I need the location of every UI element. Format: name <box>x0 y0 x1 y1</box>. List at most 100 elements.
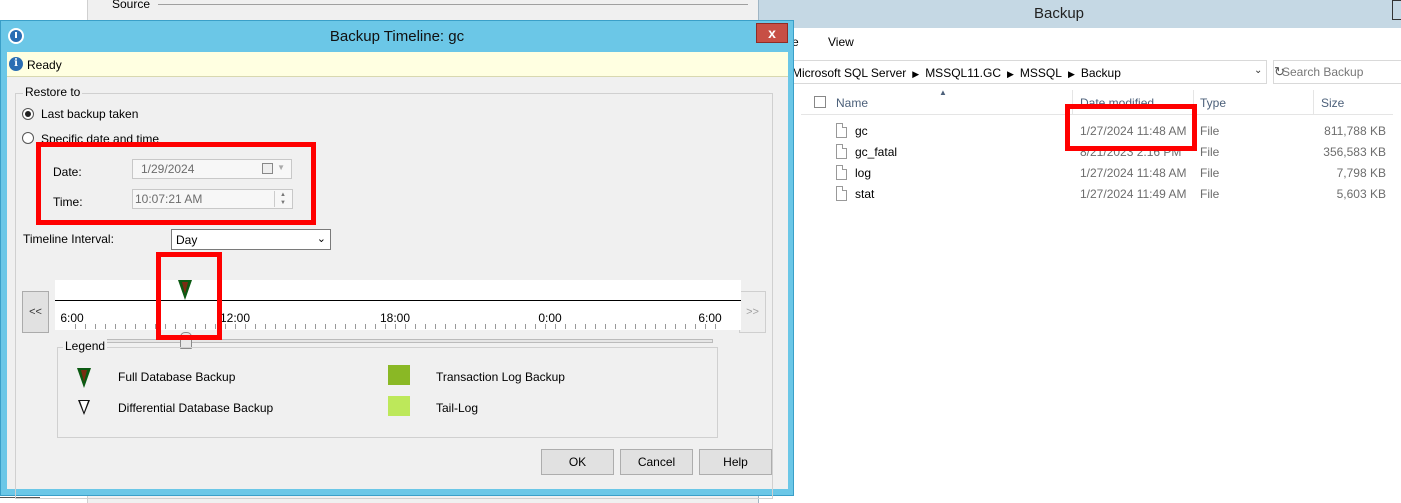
select-all-checkbox[interactable] <box>814 96 826 108</box>
column-header-name[interactable]: Name <box>836 96 868 110</box>
legend-differential-label: Differential Database Backup <box>118 401 274 415</box>
file-type: File <box>1200 187 1220 201</box>
timeline-prev-button[interactable]: << <box>22 291 49 333</box>
restore-to-label: Restore to <box>23 85 83 99</box>
breadcrumb-item-backup[interactable]: Backup <box>1081 66 1121 80</box>
specific-date-label[interactable]: Specific date and time <box>41 132 159 146</box>
file-size: 5,603 KB <box>1336 187 1386 201</box>
legend-transaction-log-label: Transaction Log Backup <box>436 370 565 384</box>
column-header-size[interactable]: Size <box>1321 96 1344 110</box>
file-type: File <box>1200 145 1220 159</box>
timeline-interval-label: Timeline Interval: <box>23 232 114 246</box>
timeline-tick-label: 6:00 <box>698 311 722 325</box>
chevron-down-icon: ⌄ <box>316 233 326 245</box>
last-backup-label[interactable]: Last backup taken <box>41 107 138 121</box>
dialog-client-area: i Ready Restore to Last backup taken Spe… <box>7 52 788 499</box>
file-size: 356,583 KB <box>1323 145 1386 159</box>
breadcrumb-item-instance[interactable]: MSSQL11.GC <box>925 66 1001 80</box>
file-list-header: ▲ Name Date modified Type Size <box>801 88 1393 115</box>
time-value: 10:07:21 AM <box>135 192 203 206</box>
source-divider <box>158 4 748 5</box>
timeline-tick-label: 12:00 <box>219 311 251 325</box>
spinner-arrows-icon[interactable]: ▲ ▼ <box>274 191 291 207</box>
ok-button[interactable]: OK <box>541 449 614 475</box>
breadcrumb-separator-icon[interactable]: ▶ <box>1007 69 1014 79</box>
file-name: stat <box>855 187 875 201</box>
column-divider[interactable] <box>1072 90 1073 115</box>
info-icon: i <box>9 57 23 71</box>
legend-group <box>57 347 718 438</box>
breadcrumb-separator-icon[interactable]: ▶ <box>1068 69 1075 79</box>
file-date: 1/27/2024 11:48 AM <box>1080 124 1187 138</box>
timeline-tick-label: 18:00 <box>379 311 411 325</box>
full-backup-legend-icon <box>77 368 91 388</box>
transaction-log-swatch <box>388 365 410 385</box>
column-header-type[interactable]: Type <box>1200 96 1226 110</box>
explorer-close-button[interactable] <box>1392 0 1401 20</box>
breadcrumb-separator-icon[interactable]: ▶ <box>912 69 919 79</box>
dialog-title: Backup Timeline: gc <box>329 28 465 45</box>
file-row[interactable]: stat 1/27/2024 11:49 AM File 5,603 KB <box>801 184 1393 205</box>
timeline-slider-track[interactable] <box>77 339 713 343</box>
date-picker[interactable]: 1/29/2024 ▼ <box>132 159 292 179</box>
timeline-axis <box>55 300 741 301</box>
date-label: Date: <box>53 165 82 179</box>
file-name: gc_fatal <box>855 145 898 159</box>
legend-title: Legend <box>63 339 108 353</box>
column-divider[interactable] <box>1313 90 1314 115</box>
file-explorer-window: Backup e View Microsoft SQL Server ▶ MSSQL… <box>758 0 1401 503</box>
file-size: 7,798 KB <box>1336 166 1386 180</box>
dialog-close-button[interactable]: x <box>756 23 788 43</box>
timeline-minor-ticks <box>75 324 725 329</box>
calendar-icon[interactable] <box>262 163 273 174</box>
source-label: Source <box>112 0 151 11</box>
cancel-button[interactable]: Cancel <box>620 449 693 475</box>
file-icon <box>836 123 847 138</box>
breadcrumb: Microsoft SQL Server ▶ MSSQL11.GC ▶ MSSQL ▶ Ba… <box>792 66 1121 80</box>
time-field[interactable]: 10:07:21 AM ▲ ▼ <box>132 189 293 209</box>
chevron-down-icon[interactable]: ▼ <box>277 163 285 172</box>
file-row[interactable]: gc_fatal 8/21/2023 2:16 PM File 356,583 … <box>801 142 1393 163</box>
file-row[interactable]: gc 1/27/2024 11:48 AM File 811,788 KB <box>801 121 1393 142</box>
file-name: log <box>855 166 872 180</box>
help-button[interactable]: Help <box>699 449 772 475</box>
full-backup-marker-icon[interactable] <box>178 280 192 300</box>
specific-date-radio[interactable] <box>22 132 34 144</box>
differential-backup-legend-icon <box>78 400 90 415</box>
breadcrumb-item-sql-server[interactable]: Microsoft SQL Server <box>792 66 906 80</box>
timeline-tick-label: 0:00 <box>538 311 562 325</box>
file-icon <box>836 165 847 180</box>
column-divider[interactable] <box>1193 90 1194 115</box>
explorer-titlebar: Backup <box>759 0 1401 28</box>
search-input[interactable]: Search Backup <box>1273 60 1401 84</box>
timeline-interval-select[interactable]: Day ⌄ <box>171 229 331 250</box>
file-type: File <box>1200 166 1220 180</box>
file-date: 8/21/2023 2:16 PM <box>1080 145 1182 159</box>
file-row[interactable]: log 1/27/2024 11:48 AM File 7,798 KB <box>801 163 1393 184</box>
file-date: 1/27/2024 11:49 AM <box>1080 187 1187 201</box>
legend-tail-log-label: Tail-Log <box>436 401 479 415</box>
last-backup-radio[interactable] <box>22 108 34 120</box>
breadcrumb-item-mssql[interactable]: MSSQL <box>1020 66 1062 80</box>
file-type: File <box>1200 124 1220 138</box>
file-icon <box>836 144 847 159</box>
backup-timeline-dialog: Backup Timeline: gc x i Ready Restore to… <box>0 20 794 499</box>
column-header-date[interactable]: Date modified <box>1080 96 1154 110</box>
dialog-titlebar: Backup Timeline: gc x <box>1 21 793 52</box>
file-size: 811,788 KB <box>1324 124 1386 138</box>
address-bar[interactable]: Microsoft SQL Server ▶ MSSQL11.GC ▶ MSSQL ▶ Ba… <box>789 60 1285 84</box>
status-bar: i Ready <box>7 52 788 77</box>
file-date: 1/27/2024 11:48 AM <box>1080 166 1187 180</box>
timeline-next-button[interactable]: >> <box>739 291 766 333</box>
legend-full-label: Full Database Backup <box>118 370 236 384</box>
timeline-strip[interactable]: 6:00 12:00 18:00 0:00 6:00 <box>55 280 741 330</box>
chevron-down-icon[interactable]: ⌄ <box>1254 65 1262 76</box>
tail-log-swatch <box>388 396 410 416</box>
date-value: 1/29/2024 <box>141 162 195 176</box>
ribbon-tab-view[interactable]: View <box>828 35 854 49</box>
file-icon <box>836 186 847 201</box>
sort-ascending-icon: ▲ <box>939 88 947 97</box>
time-label: Time: <box>53 195 83 209</box>
explorer-title: Backup <box>1033 5 1085 22</box>
file-name: gc <box>855 124 868 138</box>
